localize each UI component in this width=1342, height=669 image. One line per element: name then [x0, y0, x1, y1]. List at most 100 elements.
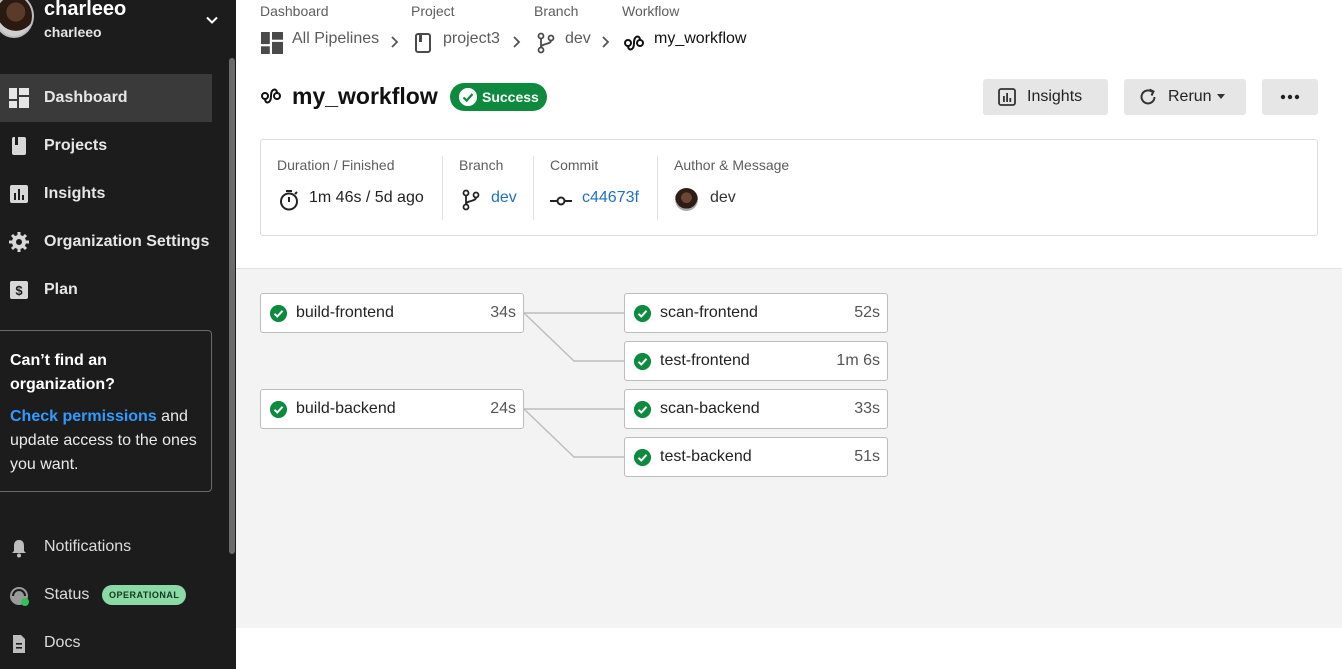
breadcrumb-label-branch: Branch [534, 3, 579, 19]
bar-chart-icon [10, 185, 28, 203]
check-permissions-link[interactable]: Check permissions [10, 408, 157, 425]
job-duration: 51s [854, 448, 880, 465]
refresh-icon [1140, 88, 1156, 105]
sidebar-item-notifications[interactable]: Notifications [0, 528, 228, 568]
caret-down-icon [1217, 94, 1225, 99]
breadcrumb-label-project: Project [411, 3, 455, 19]
sidebar-item-docs[interactable]: Docs [0, 624, 228, 664]
breadcrumb-project[interactable]: project3 [443, 30, 500, 48]
insights-button-label: Insights [1027, 88, 1083, 105]
sidebar-item-label: Plan [44, 281, 78, 298]
rerun-button-label: Rerun [1168, 88, 1212, 105]
author-section: Author & Message dev [674, 157, 789, 211]
breadcrumb-label-workflow: Workflow [622, 3, 680, 19]
job-name: build-backend [296, 400, 396, 417]
avatar [675, 188, 698, 211]
dashboard-icon [9, 88, 29, 108]
avatar [0, 0, 34, 38]
job-build-backend[interactable]: build-backend 24s [260, 389, 524, 429]
check-circle-icon [459, 88, 477, 106]
branch-link[interactable]: dev [491, 189, 517, 207]
branch-label: Branch [459, 157, 504, 173]
job-name: scan-frontend [660, 304, 758, 321]
sidebar-item-projects[interactable]: Projects [0, 122, 212, 170]
dollar-icon: $ [10, 281, 28, 299]
svg-text:$: $ [15, 283, 23, 298]
job-name: scan-backend [660, 400, 760, 417]
sidebar-item-insights[interactable]: Insights [0, 170, 212, 218]
sidebar-item-dashboard[interactable]: Dashboard [0, 74, 212, 122]
user-handle: charleeo [44, 24, 102, 40]
book-icon [12, 137, 26, 155]
workflow-icon [261, 88, 281, 104]
sidebar-item-label: Insights [44, 185, 106, 202]
status-badge: OPERATIONAL [102, 585, 187, 605]
branch-icon [537, 32, 555, 54]
workflow-summary-card: Duration / Finished 1m 46s / 5d ago Bran… [260, 139, 1318, 236]
breadcrumb-label-dashboard: Dashboard [260, 3, 329, 19]
stopwatch-icon [280, 190, 298, 211]
sidebar-item-label: Projects [44, 137, 108, 154]
breadcrumb-branch[interactable]: dev [565, 30, 591, 48]
page-title: my_workflow [292, 83, 438, 109]
book-icon [415, 33, 431, 53]
chevron-right-icon [513, 36, 521, 48]
success-icon [270, 401, 287, 418]
duration-label: Duration / Finished [277, 157, 395, 173]
sidebar: charleeo charleeo Dashboard Projects Ins… [0, 0, 236, 669]
commit-section: Commit c44673f [550, 157, 639, 206]
dashboard-icon [261, 32, 283, 54]
job-scan-frontend[interactable]: scan-frontend 52s [624, 293, 888, 333]
sidebar-scrollbar[interactable] [229, 58, 235, 554]
divider [442, 156, 443, 220]
job-name: build-frontend [296, 304, 394, 321]
doc-icon [13, 635, 25, 653]
job-test-backend[interactable]: test-backend 51s [624, 437, 888, 477]
breadcrumb-all-pipelines[interactable]: All Pipelines [292, 30, 379, 48]
job-name: test-backend [660, 448, 752, 465]
insights-button[interactable]: Insights [983, 79, 1108, 115]
breadcrumb-workflow: my_workflow [654, 30, 747, 47]
divider [657, 156, 658, 220]
commit-link[interactable]: c44673f [582, 189, 639, 207]
sidebar-item-label: Docs [44, 634, 81, 651]
status-label: Success [482, 89, 539, 105]
org-help-box: Can’t find an organization? Check permis… [0, 330, 212, 492]
commit-icon [550, 196, 572, 206]
gear-icon [9, 232, 29, 252]
pipeline-graph: build-frontend 34s scan-frontend 52s tes… [236, 268, 1342, 628]
user-menu[interactable]: charleeo charleeo [0, 0, 228, 50]
job-test-frontend[interactable]: test-frontend 1m 6s [624, 341, 888, 381]
job-scan-backend[interactable]: scan-backend 33s [624, 389, 888, 429]
help-question: Can’t find an organization? [10, 352, 115, 393]
chevron-down-icon[interactable] [204, 12, 220, 28]
sidebar-item-plan[interactable]: $ Plan [0, 266, 212, 314]
job-duration: 52s [854, 304, 880, 321]
sidebar-item-label: Organization Settings [44, 233, 210, 250]
commit-label: Commit [550, 157, 599, 173]
sidebar-item-label: Status [44, 586, 90, 603]
branch-section: Branch dev [459, 157, 517, 211]
help-text: Check permissions and update access to t… [10, 405, 199, 477]
chevron-right-icon [391, 36, 399, 48]
success-icon [634, 449, 651, 466]
sidebar-item-status[interactable]: Status OPERATIONAL [0, 576, 228, 616]
job-duration: 24s [490, 400, 516, 417]
status-badge: Success [450, 83, 547, 111]
divider [533, 156, 534, 220]
sidebar-item-organization-settings[interactable]: Organization Settings [0, 218, 212, 266]
ellipsis-icon [1280, 94, 1300, 100]
job-duration: 34s [490, 304, 516, 321]
job-duration: 33s [854, 400, 880, 417]
success-icon [634, 305, 651, 322]
job-duration: 1m 6s [836, 352, 880, 369]
more-options-button[interactable] [1262, 79, 1318, 115]
sidebar-item-label: Dashboard [44, 89, 128, 106]
chevron-right-icon [602, 36, 610, 48]
success-icon [634, 353, 651, 370]
job-build-frontend[interactable]: build-frontend 34s [260, 293, 524, 333]
rerun-button[interactable]: Rerun [1124, 79, 1246, 115]
commit-message: dev [710, 189, 736, 206]
success-icon [270, 305, 287, 322]
bell-icon [12, 540, 26, 558]
